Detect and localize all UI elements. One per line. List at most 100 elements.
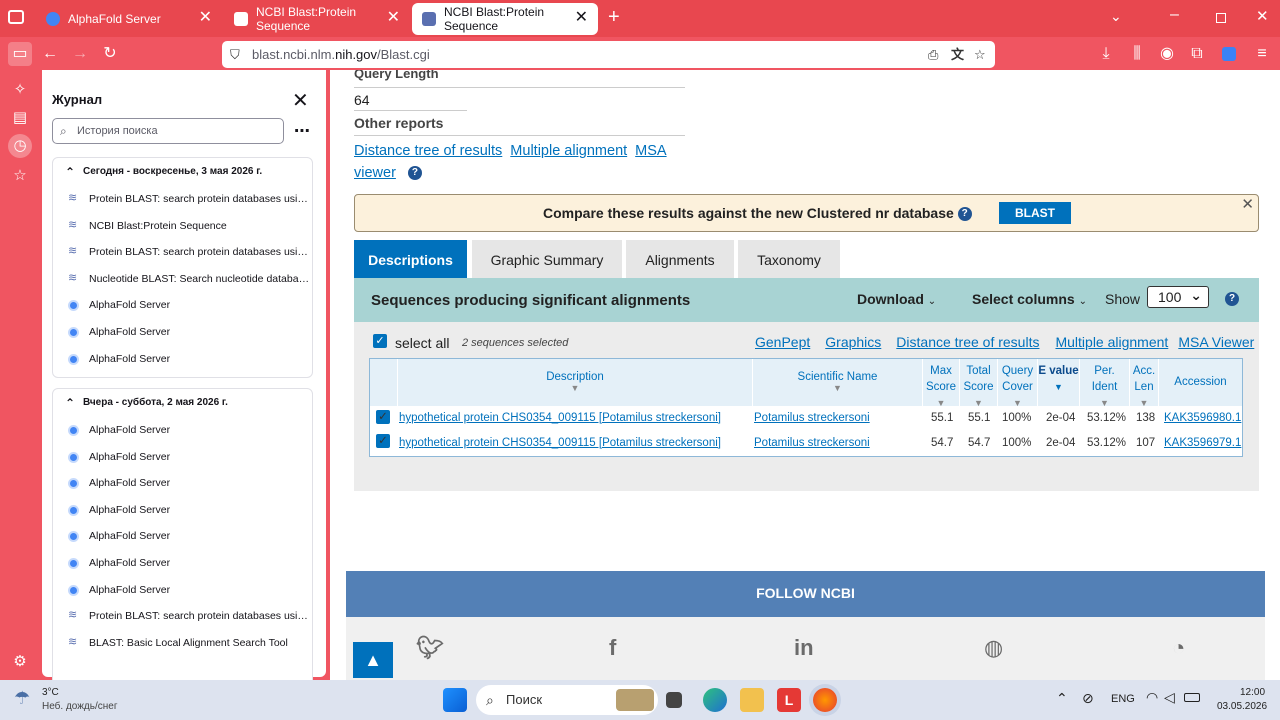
col-scientific-name[interactable]: Scientific Name ▼	[753, 359, 923, 406]
tab-alphafold[interactable]: AlphaFold Server ✕	[36, 3, 222, 35]
history-search-input[interactable]: ⌕ История поиска	[52, 118, 284, 144]
firefox-icon[interactable]	[813, 688, 837, 712]
linkedin-icon[interactable]: in	[794, 635, 814, 661]
msa-link[interactable]: MSA	[635, 143, 666, 159]
history-item[interactable]: ≋ Protein BLAST: search protein databases…	[53, 239, 312, 266]
history-item[interactable]: AlphaFold Server	[53, 319, 312, 346]
history-item[interactable]: AlphaFold Server	[53, 417, 312, 444]
bookmarks-icon[interactable]: ☆	[8, 164, 32, 188]
edge-icon[interactable]	[703, 688, 727, 712]
col-max-score[interactable]: Max Score ▼	[923, 359, 960, 408]
back-icon[interactable]: ←	[38, 42, 62, 66]
synced-tabs-icon[interactable]: ▤	[8, 106, 32, 130]
app-l-icon[interactable]: L	[777, 688, 801, 712]
scientific-name-link[interactable]: Potamilus streckersoni	[754, 412, 870, 424]
group-header[interactable]: ⌃ Сегодня - воскресенье, 3 мая 2026 г.	[53, 158, 312, 186]
url-bar[interactable]: ⛉ blast.ncbi.nlm.nih.gov/Blast.cgi ⎙ 文 ☆	[222, 41, 995, 68]
history-item[interactable]: AlphaFold Server	[53, 523, 312, 550]
multiple-alignment-link[interactable]: Multiple alignment	[510, 143, 627, 159]
volume-icon[interactable]: ◁	[1164, 689, 1175, 706]
multiple-alignment-link[interactable]: Multiple alignment	[1055, 334, 1168, 350]
blast-button[interactable]: BLAST	[999, 202, 1071, 224]
select-columns-menu[interactable]: Select columns ⌄	[972, 291, 1087, 307]
select-all-checkbox[interactable]: ✓	[373, 334, 387, 348]
history-item[interactable]: ≋ Protein BLAST: search protein databases…	[53, 603, 312, 630]
download-menu[interactable]: Download ⌄	[857, 291, 936, 307]
tab-ncbi-blast-1[interactable]: NCBI Blast:Protein Sequence ✕	[224, 3, 410, 35]
file-explorer-icon[interactable]	[740, 688, 764, 712]
account-icon[interactable]: ◉	[1155, 42, 1179, 66]
history-item[interactable]: AlphaFold Server	[53, 346, 312, 373]
close-icon[interactable]: ✕	[1241, 195, 1254, 213]
col-total-score[interactable]: Total Score ▼	[960, 359, 998, 408]
genpept-link[interactable]: GenPept	[755, 334, 810, 350]
col-query-cover[interactable]: Query Cover ▼	[998, 359, 1038, 408]
language-indicator[interactable]: ENG	[1111, 693, 1135, 705]
accession-link[interactable]: KAK3596980.1	[1164, 412, 1241, 424]
help-icon[interactable]: ?	[957, 207, 972, 222]
back-to-top-button[interactable]: ▲	[353, 642, 393, 678]
help-icon[interactable]: ?	[1225, 292, 1239, 306]
task-view-icon[interactable]	[666, 692, 682, 708]
tab-taxonomy[interactable]: Taxonomy	[738, 240, 840, 278]
tab-list-icon[interactable]: ⌄	[1110, 8, 1122, 25]
reload-icon[interactable]: ↻	[98, 42, 122, 66]
extensions-icon[interactable]: ⧉	[1185, 42, 1209, 66]
extension-icon[interactable]	[1217, 42, 1241, 66]
minimize-icon[interactable]: –	[1170, 6, 1179, 24]
history-item[interactable]: AlphaFold Server	[53, 550, 312, 577]
forward-icon[interactable]: →	[68, 42, 92, 66]
windows-start-icon[interactable]	[443, 688, 467, 712]
maximize-icon[interactable]	[1216, 13, 1226, 23]
show-hidden-icons-icon[interactable]: ⌃	[1056, 690, 1068, 707]
downloads-icon[interactable]: ⤓	[1094, 42, 1118, 66]
distance-tree-link[interactable]: Distance tree of results	[354, 143, 502, 159]
group-header[interactable]: ⌃ Вчера - суббота, 2 мая 2026 г.	[53, 389, 312, 417]
tab-alignments[interactable]: Alignments	[626, 240, 734, 278]
twitter-icon[interactable]: 🐦︎	[416, 635, 444, 661]
facebook-icon[interactable]: f	[609, 635, 616, 661]
weather-icon[interactable]: ☂	[14, 688, 30, 709]
history-item[interactable]: AlphaFold Server	[53, 444, 312, 471]
rss-icon[interactable]: ◔	[1172, 635, 1185, 661]
tab-descriptions[interactable]: Descriptions	[354, 240, 467, 278]
taskbar-search[interactable]: ⌕ Поиск	[476, 685, 658, 715]
tab-ncbi-blast-2[interactable]: NCBI Blast:Protein Sequence ✕	[412, 3, 598, 35]
col-acc-len[interactable]: Acc. Len ▼	[1130, 359, 1159, 408]
settings-gear-icon[interactable]: ⚙	[8, 650, 32, 674]
history-item[interactable]: ≋ Nucleotide BLAST: Search nucleotide dat…	[53, 266, 312, 293]
more-options-icon[interactable]: ⋯	[294, 121, 310, 141]
graphics-link[interactable]: Graphics	[825, 334, 881, 350]
history-item[interactable]: AlphaFold Server	[53, 292, 312, 319]
description-link[interactable]: hypothetical protein CHS0354_009115 [Pot…	[399, 412, 721, 424]
tab-overview-icon[interactable]	[8, 10, 24, 24]
sidebar-toggle-icon[interactable]: ▭	[8, 42, 32, 66]
history-item[interactable]: ≋ Protein BLAST: search protein databases…	[53, 186, 312, 213]
library-icon[interactable]: ⫼	[1125, 42, 1149, 66]
ai-chatbot-icon[interactable]: ✧	[8, 78, 32, 102]
github-icon[interactable]: ◍	[984, 635, 1003, 661]
scientific-name-link[interactable]: Potamilus streckersoni	[754, 437, 870, 449]
close-icon[interactable]: ✕	[292, 88, 309, 113]
history-item[interactable]: AlphaFold Server	[53, 470, 312, 497]
tab-graphic-summary[interactable]: Graphic Summary	[472, 240, 622, 278]
col-description[interactable]: Description ▼	[398, 359, 753, 406]
wifi-icon[interactable]: ◠	[1146, 689, 1158, 706]
history-item[interactable]: ≋ NCBI Blast:Protein Sequence	[53, 213, 312, 240]
distance-tree-link[interactable]: Distance tree of results	[896, 334, 1039, 350]
close-icon[interactable]: ✕	[199, 9, 212, 27]
description-link[interactable]: hypothetical protein CHS0354_009115 [Pot…	[399, 437, 721, 449]
accession-link[interactable]: KAK3596979.1	[1164, 437, 1241, 449]
history-item[interactable]: AlphaFold Server	[53, 497, 312, 524]
clock-time[interactable]: 12:00	[1240, 687, 1265, 698]
col-per-ident[interactable]: Per. Ident ▼	[1080, 359, 1130, 408]
history-item[interactable]: ≋ BLAST: Basic Local Alignment Search Too…	[53, 630, 312, 657]
new-tab-icon[interactable]: +	[608, 6, 620, 29]
bookmark-star-icon[interactable]: ☆	[974, 41, 986, 68]
col-e-value[interactable]: E value ▼	[1038, 359, 1080, 406]
translate-icon[interactable]: 文	[951, 41, 964, 68]
row-checkbox[interactable]: ✓	[376, 410, 390, 424]
row-checkbox[interactable]: ✓	[376, 434, 390, 448]
help-icon[interactable]: ?	[407, 166, 422, 181]
col-accession[interactable]: Accession	[1159, 359, 1242, 406]
